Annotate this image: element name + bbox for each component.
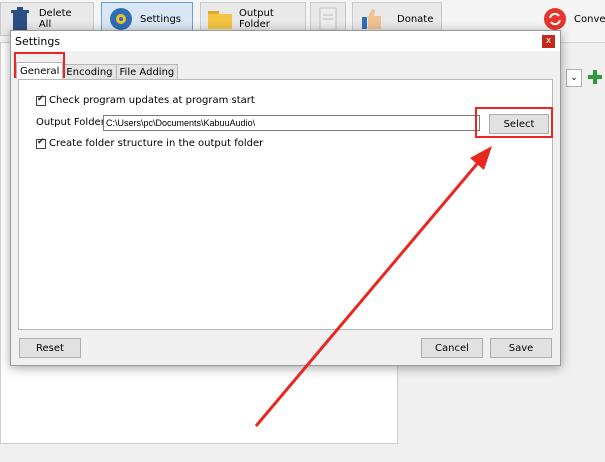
settings-label: Settings [140, 13, 182, 25]
output-folder-label: Output Folder [239, 8, 274, 30]
trash-icon [7, 6, 33, 32]
dialog-title: Settings [15, 34, 61, 48]
right-controls: ⌄ [560, 66, 605, 96]
convert-icon [542, 6, 568, 32]
create-structure-row[interactable]: Create folder structure in the output fo… [36, 137, 264, 149]
close-icon: x [545, 36, 552, 46]
cancel-button[interactable]: Cancel [421, 338, 483, 358]
create-structure-label: Create folder structure in the output fo… [49, 138, 264, 149]
add-icon[interactable] [586, 68, 604, 86]
check-updates-label: Check program updates at program start [49, 95, 255, 106]
document-icon [317, 6, 339, 32]
convert-label: Conve [574, 13, 605, 25]
output-folder-field-label: Output Folder: [36, 117, 109, 128]
delete-all-label: Delete All [38, 8, 72, 30]
dropdown-arrow-icon[interactable]: ⌄ [566, 69, 582, 87]
tab-file-adding[interactable]: File Adding [115, 64, 179, 79]
output-folder-input[interactable] [103, 115, 480, 131]
settings-dialog: Settings x General Encoding File Adding … [10, 30, 561, 366]
tab-encoding[interactable]: Encoding [62, 64, 117, 79]
close-button[interactable]: x [542, 35, 555, 48]
save-button[interactable]: Save [490, 338, 552, 358]
thumbs-up-icon [359, 6, 385, 32]
settings-gear-icon [108, 6, 134, 32]
settings-tabs: General Encoding File Adding [16, 62, 179, 80]
check-updates-row[interactable]: Check program updates at program start [36, 94, 255, 106]
folder-icon [207, 6, 233, 32]
output-folder-row: Output Folder: [36, 117, 108, 128]
tab-general[interactable]: General [16, 62, 64, 79]
create-structure-checkbox[interactable] [36, 137, 46, 149]
select-button-highlight [475, 107, 553, 138]
dialog-titlebar[interactable]: Settings [11, 31, 560, 51]
reset-button[interactable]: Reset [19, 338, 81, 358]
general-tab-panel: Check program updates at program start O… [18, 79, 553, 330]
donate-label: Donate [397, 13, 434, 25]
check-updates-checkbox[interactable] [36, 94, 46, 106]
